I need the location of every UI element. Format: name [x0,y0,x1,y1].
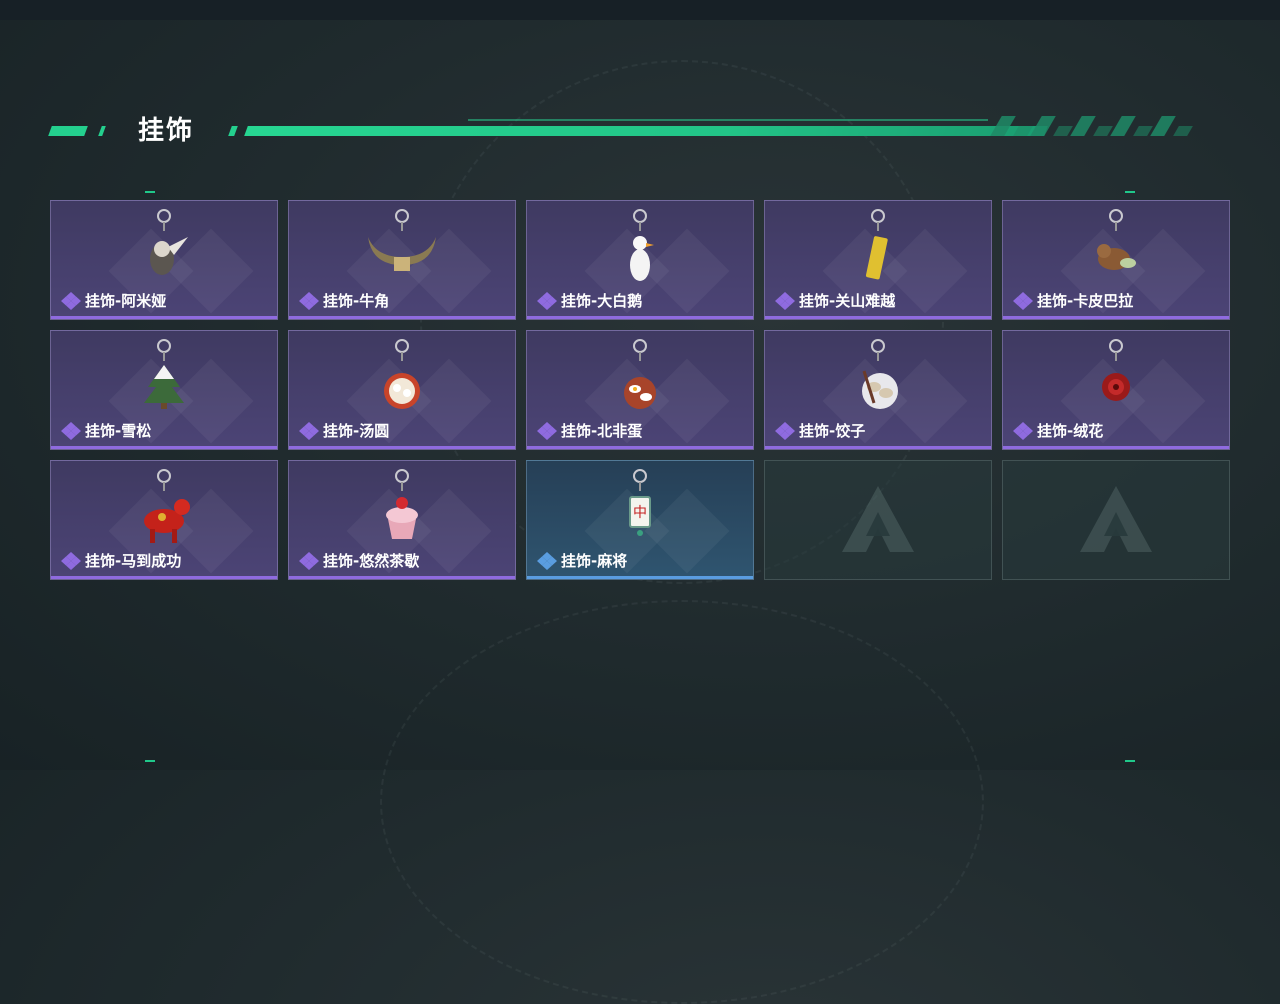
card-label: 挂饰-麻将 [537,550,627,571]
card-label-text: 挂饰-卡皮巴拉 [1037,292,1134,310]
card-label-text: 挂饰-关山难越 [799,292,896,310]
gold-bar-charm-icon [865,209,888,280]
card-label: 挂饰-饺子 [775,420,865,441]
background-arc-decoration [380,600,984,1004]
snow-pine-charm-icon [144,339,184,409]
svg-text:中: 中 [633,505,647,521]
rarity-diamond-icon [775,291,795,310]
rarity-diamond-icon [1013,421,1033,440]
mahjong-tile-charm-icon: 中 [629,469,651,536]
empty-slot [764,460,992,580]
card-label-text: 挂饰-悠然茶歇 [323,552,420,570]
ox-horn-charm-icon [368,209,436,271]
section-title: 挂饰 [138,116,195,146]
rarity-diamond-icon [537,291,557,310]
card-label-text: 挂饰-大白鹅 [561,292,643,310]
section-header: 挂饰 [48,108,1208,148]
rarity-diamond-icon [775,421,795,440]
charm-card-8[interactable]: 挂饰-北非蛋 [526,330,754,450]
card-label: 挂饰-北非蛋 [537,420,642,441]
rarity-diamond-icon [299,421,319,440]
card-label: 挂饰-绒花 [1013,420,1103,441]
card-label: 挂饰-牛角 [299,290,389,311]
charm-card-11[interactable]: 挂饰-马到成功 [50,460,278,580]
card-label-text: 挂饰-北非蛋 [561,422,643,440]
corner-mark [145,760,155,762]
card-label: 挂饰-大白鹅 [537,290,642,311]
corner-mark [1125,760,1135,762]
charm-card-5[interactable]: 挂饰-卡皮巴拉 [1002,200,1230,320]
rarity-diamond-icon [61,551,81,570]
card-label-text: 挂饰-饺子 [799,422,866,440]
header-accent [228,126,238,136]
charm-card-13[interactable]: 中 挂饰-麻将 [526,460,754,580]
header-accent [98,126,106,136]
card-label: 挂饰-阿米娅 [61,290,166,311]
rarity-diamond-icon [299,551,319,570]
rarity-diamond-icon [1013,291,1033,310]
game-logo-icon [1080,486,1152,552]
charm-card-10[interactable]: 挂饰-绒花 [1002,330,1230,450]
rarity-diamond-icon [61,421,81,440]
charm-card-3[interactable]: 挂饰-大白鹅 [526,200,754,320]
card-label: 挂饰-马到成功 [61,550,181,571]
header-thin-line [468,119,988,121]
header-bar [244,126,1048,136]
charm-card-9[interactable]: 挂饰-饺子 [764,330,992,450]
rarity-diamond-icon [299,291,319,310]
charm-card-2[interactable]: 挂饰-牛角 [288,200,516,320]
rarity-diamond-icon [537,421,557,440]
rarity-diamond-icon [537,551,557,570]
white-goose-charm-icon [630,209,654,281]
dumplings-charm-icon [862,339,898,409]
card-label-text: 挂饰-绒花 [1037,422,1104,440]
tangyuan-charm-icon [384,339,420,409]
card-label-text: 挂饰-阿米娅 [85,292,167,310]
card-label-text: 挂饰-马到成功 [85,552,182,570]
corner-mark [145,191,155,193]
card-label: 挂饰-卡皮巴拉 [1013,290,1133,311]
header-accent [48,126,88,136]
game-logo-icon [842,486,914,552]
red-horse-charm-icon [144,469,190,543]
top-bar [0,0,1280,20]
card-label-text: 挂饰-麻将 [561,552,628,570]
corner-mark [1125,191,1135,193]
charm-card-4[interactable]: 挂饰-关山难越 [764,200,992,320]
charm-card-1[interactable]: 挂饰-阿米娅 [50,200,278,320]
card-label: 挂饰-雪松 [61,420,151,441]
card-label: 挂饰-关山难越 [775,290,895,311]
empty-slot [1002,460,1230,580]
rarity-diamond-icon [61,291,81,310]
card-label: 挂饰-悠然茶歇 [299,550,419,571]
header-checker-pattern [990,116,1196,136]
charm-card-7[interactable]: 挂饰-汤圆 [288,330,516,450]
charm-card-6[interactable]: 挂饰-雪松 [50,330,278,450]
card-label-text: 挂饰-牛角 [323,292,390,310]
velvet-flower-charm-icon [1102,339,1130,401]
amiya-charm-icon [150,209,188,275]
shakshuka-charm-icon [624,339,656,409]
charm-grid: 挂饰-阿米娅 挂饰-牛角 挂饰-大白鹅 挂饰-关山难越 挂饰-卡皮巴拉 挂饰-雪… [50,200,1230,580]
capybara-charm-icon [1097,209,1136,270]
card-label-text: 挂饰-雪松 [85,422,152,440]
card-label: 挂饰-汤圆 [299,420,389,441]
charm-card-12[interactable]: 挂饰-悠然茶歇 [288,460,516,580]
card-label-text: 挂饰-汤圆 [323,422,390,440]
cupcake-charm-icon [386,469,418,539]
